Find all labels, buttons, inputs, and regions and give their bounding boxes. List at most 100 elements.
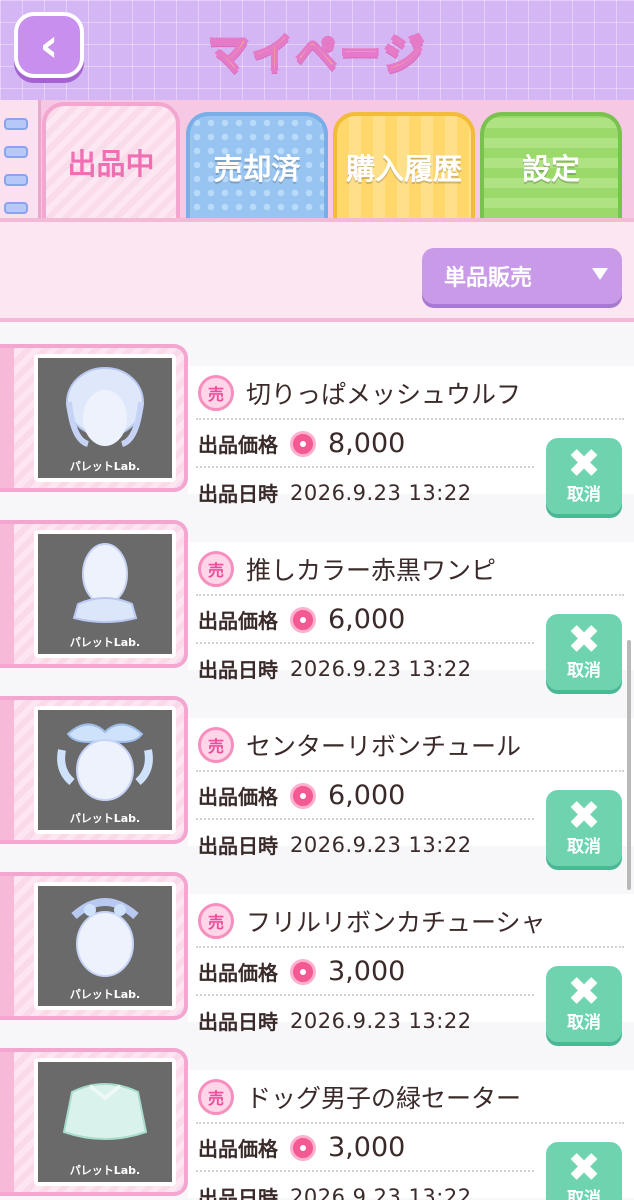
divider <box>196 418 624 420</box>
item-date: 2026.9.23 13:22 <box>290 1184 472 1200</box>
item-date: 2026.9.23 13:22 <box>290 1008 472 1033</box>
item-price: 8,000 <box>328 428 406 459</box>
cancel-button[interactable]: ✖ 取消 <box>546 1142 622 1200</box>
donut-currency-icon <box>290 958 316 985</box>
frame-strip <box>0 1052 14 1192</box>
cancel-label: 取消 <box>567 661 601 681</box>
sweater-image <box>62 1083 148 1140</box>
brand-label: パレットLab. <box>69 988 141 1001</box>
sale-type-dropdown[interactable]: 単品販売 <box>422 248 622 304</box>
brand-label: パレットLab. <box>69 1164 141 1177</box>
item-thumbnail[interactable]: パレットLab. <box>34 354 176 482</box>
tulle-dress-image <box>57 723 153 801</box>
donut-currency-icon <box>290 606 316 633</box>
list-item: パレットLab. 売 フリルリボンカチューシャ 出品価格 3,000 出品日時 … <box>0 872 634 1042</box>
tab-label: 購入履歴 <box>345 152 462 186</box>
item-thumbnail[interactable]: パレットLab. <box>34 882 176 1010</box>
divider <box>196 1170 534 1172</box>
item-thumbnail[interactable]: パレットLab. <box>34 706 176 834</box>
headband-image <box>71 898 139 977</box>
dropdown-value: 単品販売 <box>444 266 533 291</box>
price-label: 出品価格 <box>198 961 278 985</box>
item-info: 売 推しカラー赤黒ワンピ 出品価格 6,000 出品日時 2026.9.23 1… <box>188 542 634 690</box>
list-item: パレットLab. 売 ドッグ男子の緑セーター 出品価格 3,000 出品日時 2… <box>0 1048 634 1200</box>
frame-strip <box>0 700 14 840</box>
cancel-label: 取消 <box>567 1189 601 1200</box>
cancel-button[interactable]: ✖ 取消 <box>546 438 622 514</box>
divider <box>196 994 534 996</box>
item-name: センターリボンチュール <box>246 732 522 761</box>
divider <box>196 946 624 948</box>
donut-currency-icon <box>290 782 316 809</box>
close-icon: ✖ <box>567 441 601 487</box>
frame-strip <box>0 524 14 664</box>
thumbnail-frame: パレットLab. <box>0 872 188 1020</box>
sell-coin-icon: 売 <box>198 903 234 939</box>
thumbnail-frame: パレットLab. <box>0 520 188 668</box>
cancel-button[interactable]: ✖ 取消 <box>546 790 622 866</box>
header-bar: ‹ マイページ <box>0 0 634 100</box>
cancel-label: 取消 <box>567 837 601 857</box>
cancel-button[interactable]: ✖ 取消 <box>546 614 622 690</box>
sell-coin-icon: 売 <box>198 727 234 763</box>
list-item: パレットLab. 売 切りっぱメッシュウルフ 出品価格 8,000 出品日時 2… <box>0 344 634 514</box>
tab-listing[interactable]: 出品中 <box>42 102 180 218</box>
hair-image <box>66 367 144 447</box>
sell-coin-icon: 売 <box>198 1079 234 1115</box>
tab-settings[interactable]: 設定 <box>480 112 622 218</box>
page-title: マイページ <box>206 28 427 79</box>
cancel-button[interactable]: ✖ 取消 <box>546 966 622 1042</box>
item-price: 3,000 <box>328 1132 406 1163</box>
price-label: 出品価格 <box>198 433 278 457</box>
notebook-spiral <box>0 100 41 218</box>
date-label: 出品日時 <box>198 658 278 682</box>
scrollbar[interactable] <box>627 640 631 890</box>
sell-coin-icon: 売 <box>198 375 234 411</box>
item-name: 切りっぱメッシュウルフ <box>246 380 522 409</box>
item-date: 2026.9.23 13:22 <box>290 832 472 857</box>
list-item: パレットLab. 売 推しカラー赤黒ワンピ 出品価格 6,000 出品日時 20… <box>0 520 634 690</box>
spiral-ring <box>4 118 28 130</box>
divider <box>196 1122 624 1124</box>
item-price: 6,000 <box>328 780 406 811</box>
item-date: 2026.9.23 13:22 <box>290 656 472 681</box>
price-label: 出品価格 <box>198 609 278 633</box>
price-label: 出品価格 <box>198 785 278 809</box>
cancel-label: 取消 <box>567 1013 601 1033</box>
listing-list[interactable]: パレットLab. 売 切りっぱメッシュウルフ 出品価格 8,000 出品日時 2… <box>0 318 634 1200</box>
item-info: 売 切りっぱメッシュウルフ 出品価格 8,000 出品日時 2026.9.23 … <box>188 366 634 514</box>
donut-currency-icon <box>290 430 316 457</box>
cancel-label: 取消 <box>567 485 601 505</box>
item-thumbnail[interactable]: パレットLab. <box>34 530 176 658</box>
tab-sold[interactable]: 売却済 <box>186 112 328 218</box>
item-thumbnail[interactable]: パレットLab. <box>34 1058 176 1186</box>
list-item: パレットLab. 売 センターリボンチュール 出品価格 6,000 出品日時 2… <box>0 696 634 866</box>
date-label: 出品日時 <box>198 834 278 858</box>
donut-currency-icon <box>290 1134 316 1161</box>
close-icon: ✖ <box>567 793 601 839</box>
tab-label: 出品中 <box>67 147 155 181</box>
close-icon: ✖ <box>567 1145 601 1191</box>
divider <box>196 642 534 644</box>
caret-down-icon <box>592 268 608 280</box>
divider <box>196 818 534 820</box>
brand-label: パレットLab. <box>69 812 141 825</box>
close-icon: ✖ <box>567 617 601 663</box>
tab-label: 設定 <box>521 152 580 186</box>
filter-bar: 単品販売 <box>0 218 634 322</box>
dress-image <box>72 543 138 623</box>
item-name: 推しカラー赤黒ワンピ <box>246 556 497 585</box>
date-label: 出品日時 <box>198 482 278 506</box>
item-price: 3,000 <box>328 956 406 987</box>
divider <box>196 770 624 772</box>
brand-label: パレットLab. <box>69 460 141 473</box>
spiral-ring <box>4 174 28 186</box>
tab-purchase-history[interactable]: 購入履歴 <box>333 112 475 218</box>
tab-label: 売却済 <box>213 152 301 186</box>
sell-coin-icon: 売 <box>198 551 234 587</box>
item-date: 2026.9.23 13:22 <box>290 480 472 505</box>
close-icon: ✖ <box>567 969 601 1015</box>
frame-strip <box>0 876 14 1016</box>
frame-strip <box>0 348 14 488</box>
item-price: 6,000 <box>328 604 406 635</box>
